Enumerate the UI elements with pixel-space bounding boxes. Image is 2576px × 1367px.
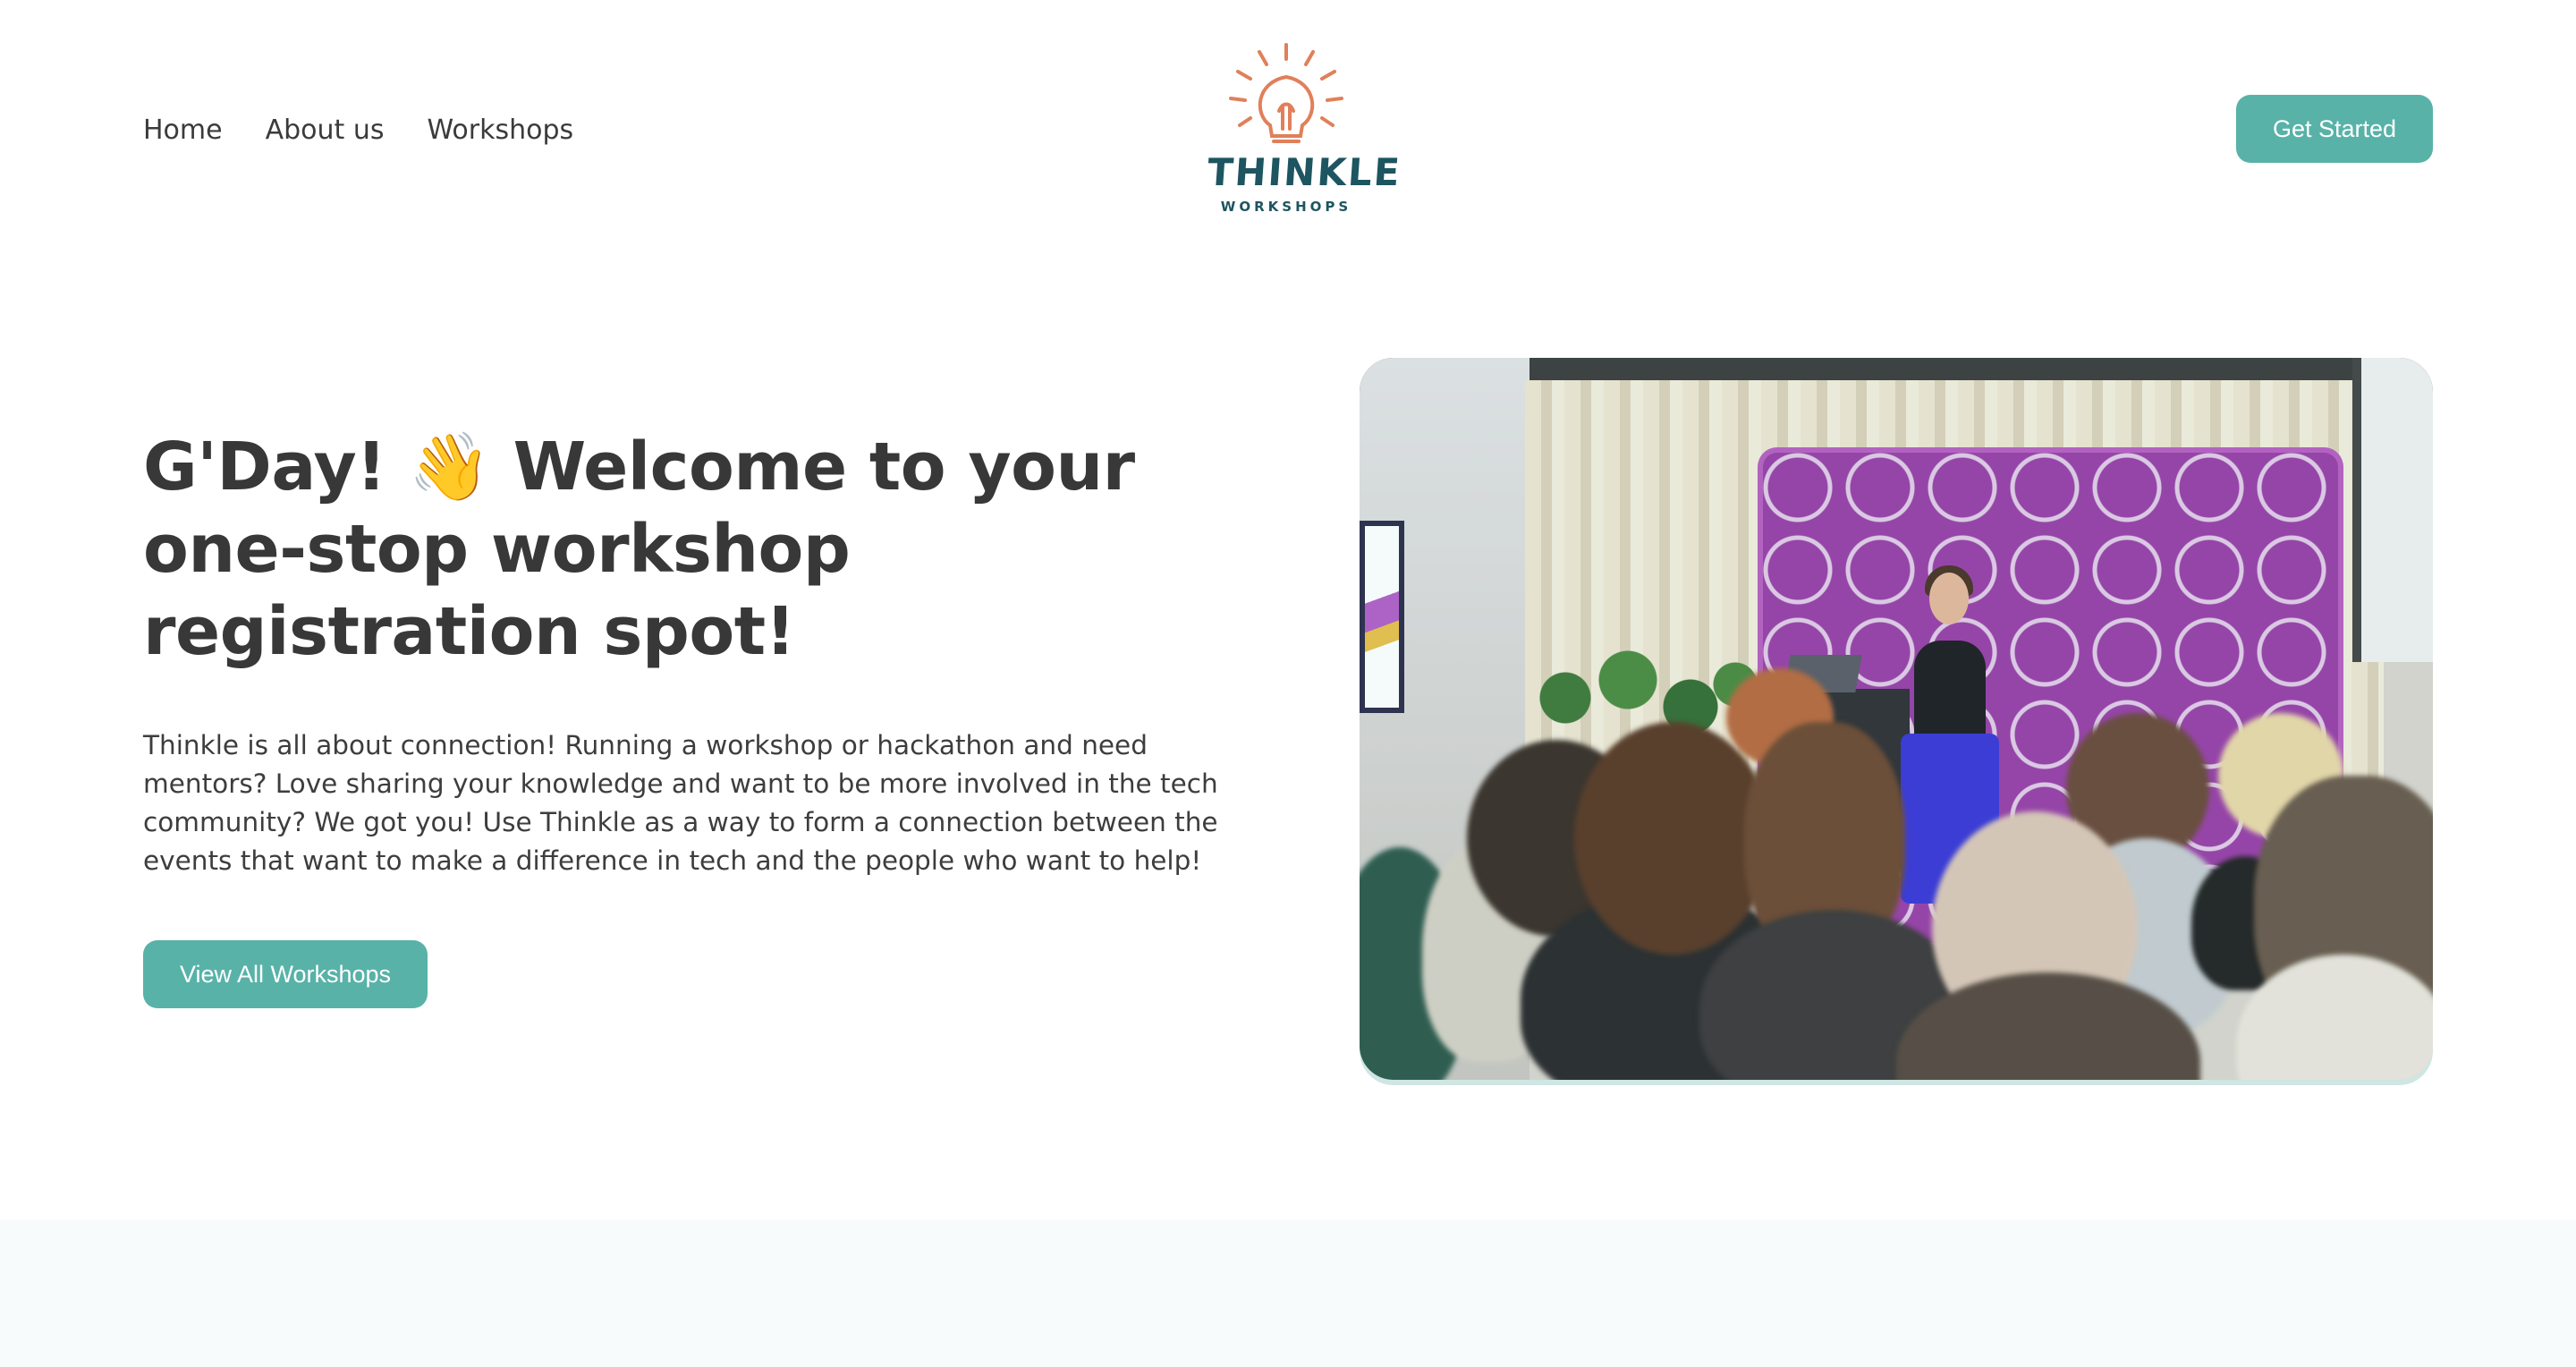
get-started-button[interactable]: Get Started <box>2236 95 2433 163</box>
logo-wordmark: THINKLE <box>1206 150 1403 194</box>
thinkle-logo[interactable]: THINKLE WORKSHOPS <box>1206 39 1403 218</box>
page: Home About us Workshops THINKLE WORKSHOP… <box>0 0 2576 1367</box>
next-section-band <box>0 1220 2576 1367</box>
nav-home[interactable]: Home <box>143 106 223 156</box>
logo-subtitle: WORKSHOPS <box>1220 199 1352 215</box>
main-nav: Home About us Workshops <box>143 106 616 156</box>
hero-title: G'Day! 👋 Welcome to your one-stop worksh… <box>143 429 1135 670</box>
nav-workshops[interactable]: Workshops <box>427 106 573 156</box>
hero-image <box>1360 358 2433 1080</box>
view-all-workshops-button[interactable]: View All Workshops <box>143 940 428 1008</box>
lightbulb-icon <box>1229 43 1343 143</box>
nav-about-us[interactable]: About us <box>266 106 385 156</box>
hero-description: Thinkle is all about connection! Running… <box>143 730 1218 876</box>
